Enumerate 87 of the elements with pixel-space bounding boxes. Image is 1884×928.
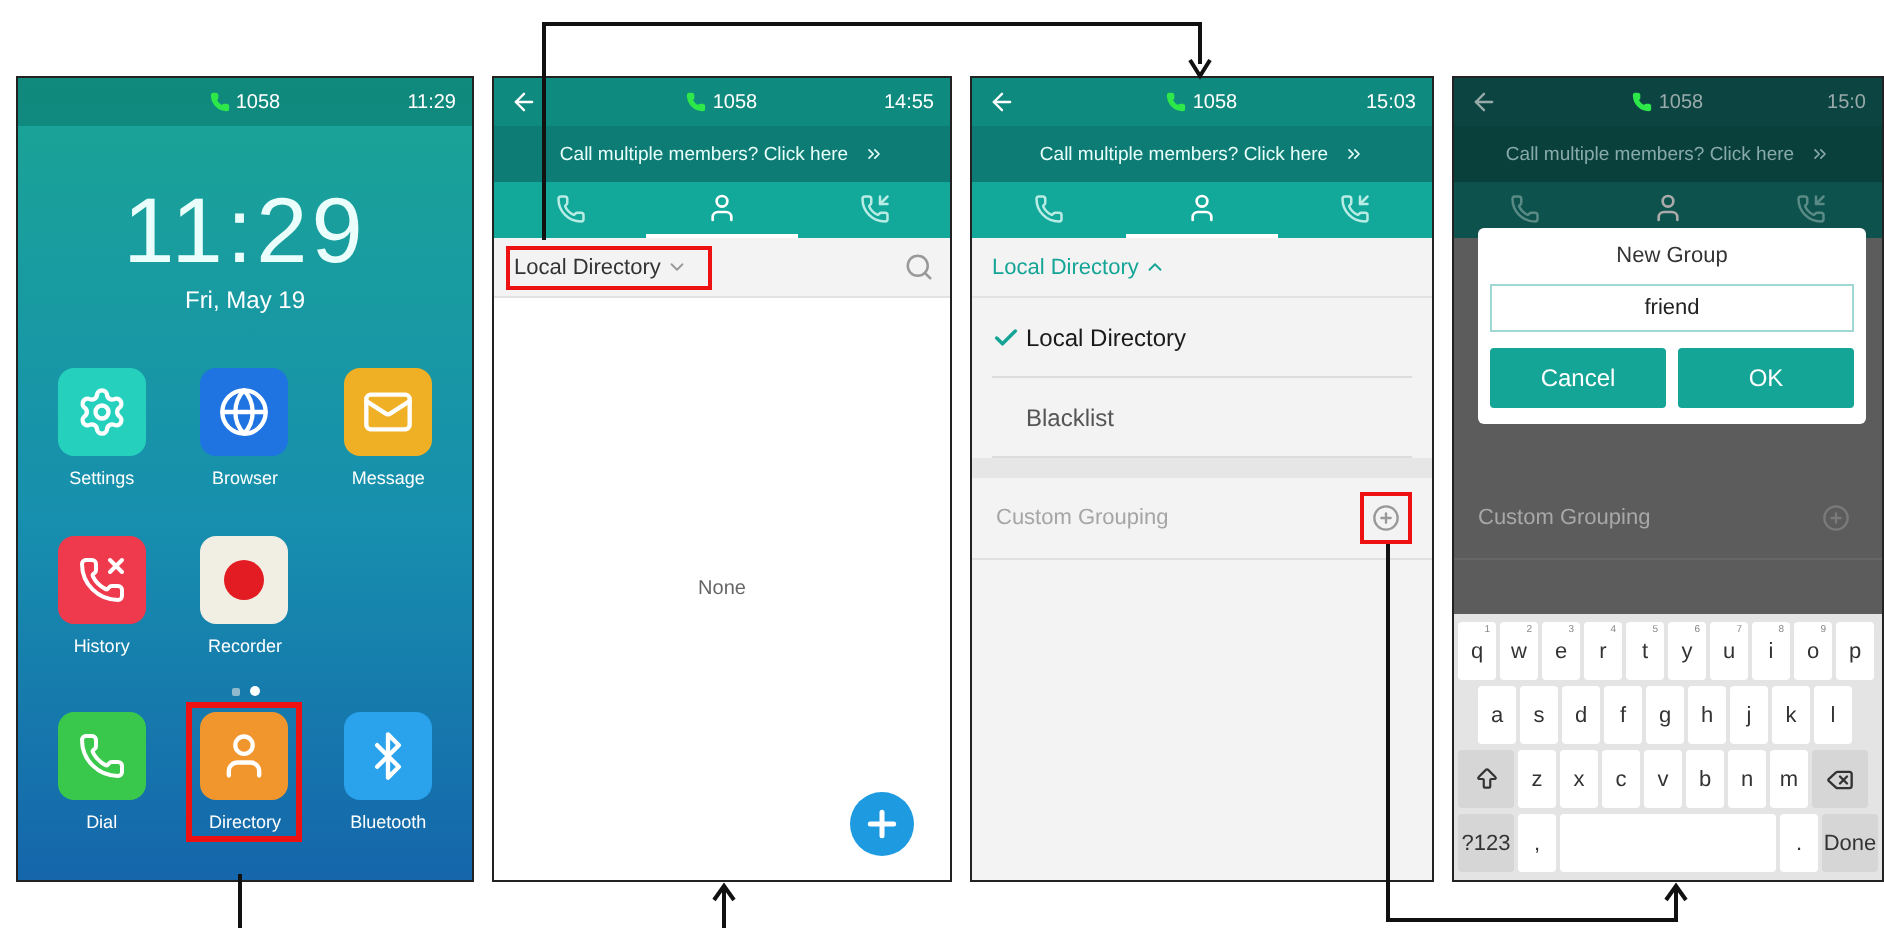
plus-icon (862, 804, 902, 844)
double-chevron-icon (1810, 144, 1831, 164)
keyboard-key[interactable]: a (1478, 686, 1516, 744)
page-dot[interactable] (249, 686, 259, 696)
search-icon[interactable] (904, 252, 934, 282)
status-time: 14:55 (883, 91, 934, 113)
call-history-icon (1795, 193, 1826, 223)
keyboard-key[interactable]: p (1836, 622, 1874, 680)
keyboard-key[interactable]: l (1814, 686, 1852, 744)
status-time: 11:29 (407, 91, 456, 113)
status-time: 15:03 (1365, 91, 1416, 113)
line-number: 1058 (1192, 91, 1238, 113)
keyboard-key[interactable]: z (1518, 750, 1556, 808)
empty-text: None (698, 578, 746, 600)
section-label: Custom Grouping (996, 506, 1169, 530)
shift-icon (1473, 766, 1499, 792)
group-call-banner[interactable]: Call multiple members? Click here (1454, 126, 1882, 182)
keyboard-key[interactable]: , (1518, 814, 1556, 872)
missed-call-icon (77, 556, 126, 604)
phone-icon (555, 193, 585, 223)
phone-icon (1632, 92, 1653, 112)
back-icon[interactable] (510, 88, 538, 116)
keyboard-key[interactable]: b (1686, 750, 1724, 808)
input-field[interactable]: friend (1490, 284, 1854, 332)
connector-arrow (712, 882, 736, 928)
call-history-icon (1340, 193, 1371, 223)
status-time: 15:0 (1827, 91, 1866, 113)
person-icon (706, 192, 738, 224)
app-button[interactable]: Message (330, 358, 447, 498)
back-icon[interactable] (1470, 88, 1498, 116)
dialog-title: New Group (1614, 244, 1730, 268)
app-button[interactable]: Bluetooth (330, 702, 447, 842)
gear-icon (75, 386, 128, 438)
keyboard-key[interactable]: Done (1822, 814, 1878, 872)
phone-icon (1033, 193, 1064, 223)
keyboard-key[interactable]: j (1730, 686, 1768, 744)
record-icon (224, 560, 265, 600)
double-chevron-icon (864, 144, 885, 164)
group-call-banner[interactable]: Call multiple members? Click here (494, 126, 950, 182)
phone-icon (686, 92, 707, 112)
keyboard-key[interactable] (1458, 750, 1514, 808)
clock-date: Fri, May 19 (182, 286, 307, 314)
keyboard-key[interactable]: g (1646, 686, 1684, 744)
backspace-icon (1826, 765, 1854, 793)
app-button[interactable]: Settings (43, 358, 160, 498)
add-group-button[interactable] (1360, 492, 1412, 544)
keyboard-key[interactable]: ?123 (1458, 814, 1514, 872)
back-icon[interactable] (988, 88, 1016, 116)
keyboard-key[interactable] (1812, 750, 1868, 808)
keyboard-key[interactable]: f (1604, 686, 1642, 744)
app-button[interactable]: History (43, 526, 160, 666)
keyboard-key[interactable]: k (1772, 686, 1810, 744)
app-button[interactable]: Dial (43, 702, 160, 842)
app-button[interactable]: Recorder (186, 526, 303, 666)
add-contact-button[interactable] (850, 792, 914, 856)
keyboard-key[interactable]: s (1520, 686, 1558, 744)
keyboard-key[interactable]: m (1770, 750, 1808, 808)
phone-icon (1510, 193, 1541, 223)
keyboard-key[interactable]: d (1562, 686, 1600, 744)
person-icon (1186, 192, 1218, 224)
line-number: 1058 (1658, 91, 1704, 113)
keyboard-key[interactable]: . (1780, 814, 1818, 872)
clock-time: 11:29 (121, 182, 369, 278)
person-icon (1651, 192, 1684, 224)
app-button[interactable]: Directory (186, 702, 303, 842)
phone-icon (209, 92, 230, 112)
call-history-icon (859, 193, 889, 223)
line-number: 1058 (235, 91, 281, 113)
section-label: Custom Grouping (1478, 506, 1651, 530)
keyboard-key[interactable]: n (1728, 750, 1766, 808)
keyboard-key[interactable]: x (1560, 750, 1598, 808)
group-call-banner[interactable]: Call multiple members? Click here (972, 126, 1432, 182)
phone-icon (77, 732, 126, 780)
keyboard-key[interactable]: h (1688, 686, 1726, 744)
double-chevron-icon (1344, 144, 1365, 164)
app-button[interactable]: Browser (186, 358, 303, 498)
connector-line (238, 874, 242, 928)
directory-option[interactable]: Local Directory (992, 298, 1412, 378)
keyboard-key[interactable]: v (1644, 750, 1682, 808)
globe-icon (218, 386, 271, 438)
plus-icon (1372, 504, 1400, 532)
keyboard-key[interactable]: c (1602, 750, 1640, 808)
directory-dropdown[interactable]: Local Directory (506, 245, 713, 289)
plus-icon (1822, 504, 1850, 532)
check-icon (992, 323, 1020, 351)
phone-icon (1166, 92, 1187, 112)
line-number: 1058 (712, 91, 758, 113)
